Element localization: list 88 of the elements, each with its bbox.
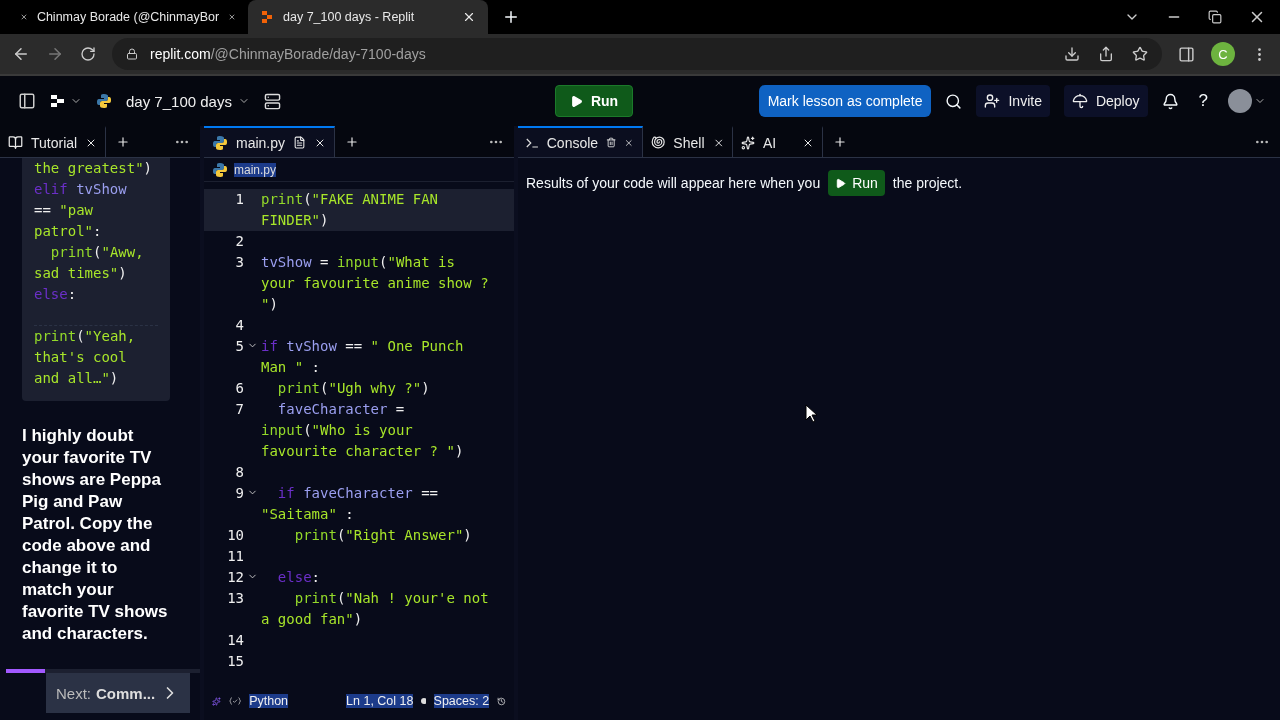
database-icon[interactable] bbox=[263, 92, 281, 110]
code-snippet: the greatest") elif tvShow == "paw patrol": print("Aww, sad times") else: print("Yeah, that's cool and all…") bbox=[22, 158, 170, 401]
mark-complete-button[interactable]: Mark lesson as complete bbox=[758, 85, 932, 117]
python-logo-icon bbox=[96, 93, 112, 109]
console-tab[interactable]: Shell bbox=[643, 126, 733, 157]
code-line: print("Ugh why ?") bbox=[276, 379, 431, 398]
next-lesson-button[interactable]: Next: Comm... bbox=[46, 673, 191, 713]
user-avatar[interactable] bbox=[1228, 89, 1252, 113]
tab-title: day 7_100 days - Replit bbox=[283, 10, 416, 24]
code-line: print("FAKE ANIME FAN FINDER") bbox=[261, 190, 440, 230]
line-number: 3 bbox=[234, 253, 244, 272]
address-bar[interactable]: replit.com/@ChinmayBorade/day-7100-days bbox=[112, 38, 1162, 70]
browser-tab[interactable]: Chinmay Borade (@ChinmayBor bbox=[8, 0, 248, 34]
download-icon[interactable] bbox=[1064, 46, 1080, 62]
code-line: if tvShow == " One Punch Man " : bbox=[261, 337, 465, 377]
language-label[interactable]: Python bbox=[249, 694, 289, 708]
project-name[interactable]: day 7_100 days bbox=[126, 92, 232, 110]
code-line: faveCharacter = input("Who is your favourite character ? ") bbox=[261, 400, 465, 461]
code-line: print("Right Answer") bbox=[293, 526, 473, 545]
search-icon[interactable] bbox=[945, 92, 963, 110]
url-text: replit.com/@ChinmayBorade/day-7100-days bbox=[150, 46, 426, 62]
console-message: Results of your code will appear here when you bbox=[526, 175, 821, 191]
line-number: 5 bbox=[234, 337, 244, 356]
side-panel-icon[interactable] bbox=[1178, 45, 1195, 63]
console-tab[interactable]: Console bbox=[518, 126, 643, 157]
add-tab-icon[interactable] bbox=[116, 135, 131, 149]
star-icon[interactable] bbox=[1132, 46, 1148, 62]
replit-logo-icon bbox=[260, 10, 274, 24]
bell-icon[interactable] bbox=[1161, 92, 1179, 110]
lock-icon bbox=[126, 48, 138, 60]
line-number: 12 bbox=[226, 568, 244, 587]
line-number: 10 bbox=[226, 526, 244, 545]
deploy-button[interactable]: Deploy bbox=[1063, 85, 1148, 117]
browser-tab[interactable]: day 7_100 days - Replit bbox=[248, 0, 488, 34]
line-number: 6 bbox=[234, 379, 244, 398]
play-icon bbox=[569, 94, 583, 108]
replit-logo-icon[interactable] bbox=[50, 94, 66, 108]
terminal-prompt-icon bbox=[526, 136, 539, 149]
run-button[interactable]: Run bbox=[554, 85, 634, 117]
share-icon[interactable] bbox=[1098, 46, 1114, 62]
sidebar-toggle-icon[interactable] bbox=[18, 92, 36, 110]
line-number: 4 bbox=[234, 316, 244, 335]
line-number: 2 bbox=[234, 232, 244, 251]
lesson-text: I highly doubt your favorite TV shows are Peppa Pig and Paw Patrol. Copy the code above and change it to match your favorite TV shows and characters. bbox=[22, 425, 169, 645]
invite-button[interactable]: Invite bbox=[976, 85, 1050, 117]
line-number: 8 bbox=[234, 463, 244, 482]
code-line: if faveCharacter == "Saitama" : bbox=[261, 484, 440, 524]
umbrella-icon bbox=[1071, 93, 1088, 109]
braces-check-icon bbox=[228, 695, 242, 707]
run-button[interactable]: Run bbox=[828, 170, 885, 196]
line-number: 13 bbox=[226, 589, 244, 608]
line-number: 14 bbox=[226, 631, 244, 650]
file-tab[interactable]: main.py bbox=[204, 126, 336, 157]
line-number: 1 bbox=[234, 190, 244, 209]
play-icon bbox=[835, 177, 847, 189]
sparkle-icon[interactable] bbox=[212, 694, 221, 708]
cursor-position[interactable]: Ln 1, Col 18 bbox=[346, 694, 414, 708]
code-line: print("Nah ! your'e not a good fan") bbox=[261, 589, 490, 629]
cursor-icon bbox=[805, 404, 817, 423]
restore-icon[interactable] bbox=[1208, 10, 1222, 24]
console-tab[interactable]: AI bbox=[733, 126, 823, 157]
trash-icon[interactable] bbox=[606, 136, 617, 149]
add-tab-icon[interactable] bbox=[833, 135, 847, 149]
indent-setting[interactable]: Spaces: 2 bbox=[433, 694, 490, 708]
python-file-icon bbox=[212, 134, 228, 151]
back-icon[interactable] bbox=[12, 45, 30, 63]
forward-icon[interactable] bbox=[46, 45, 64, 63]
close-icon[interactable] bbox=[712, 136, 724, 149]
tab-title: Chinmay Borade (@ChinmayBor bbox=[36, 10, 220, 24]
add-tab-icon[interactable] bbox=[345, 135, 360, 149]
line-number: 11 bbox=[226, 547, 244, 566]
close-icon[interactable] bbox=[462, 10, 476, 24]
console-message: the project. bbox=[892, 175, 963, 191]
help-button[interactable]: ? bbox=[1192, 91, 1214, 111]
python-file-icon bbox=[212, 161, 228, 178]
document-icon[interactable] bbox=[293, 136, 307, 149]
shell-icon bbox=[651, 135, 666, 150]
line-number: 7 bbox=[234, 400, 244, 419]
line-number: 9 bbox=[234, 484, 244, 503]
code-line: tvShow = input("What is your favourite anime show ? ") bbox=[261, 253, 490, 314]
line-number: 15 bbox=[226, 652, 244, 671]
breadcrumb-file[interactable]: main.py bbox=[234, 162, 277, 177]
new-tab-icon[interactable] bbox=[502, 8, 520, 26]
sparkle-icon bbox=[741, 135, 755, 150]
user-plus-icon bbox=[984, 93, 1001, 109]
reload-icon[interactable] bbox=[80, 46, 96, 62]
code-line: else: bbox=[276, 568, 321, 587]
book-icon bbox=[8, 135, 23, 150]
